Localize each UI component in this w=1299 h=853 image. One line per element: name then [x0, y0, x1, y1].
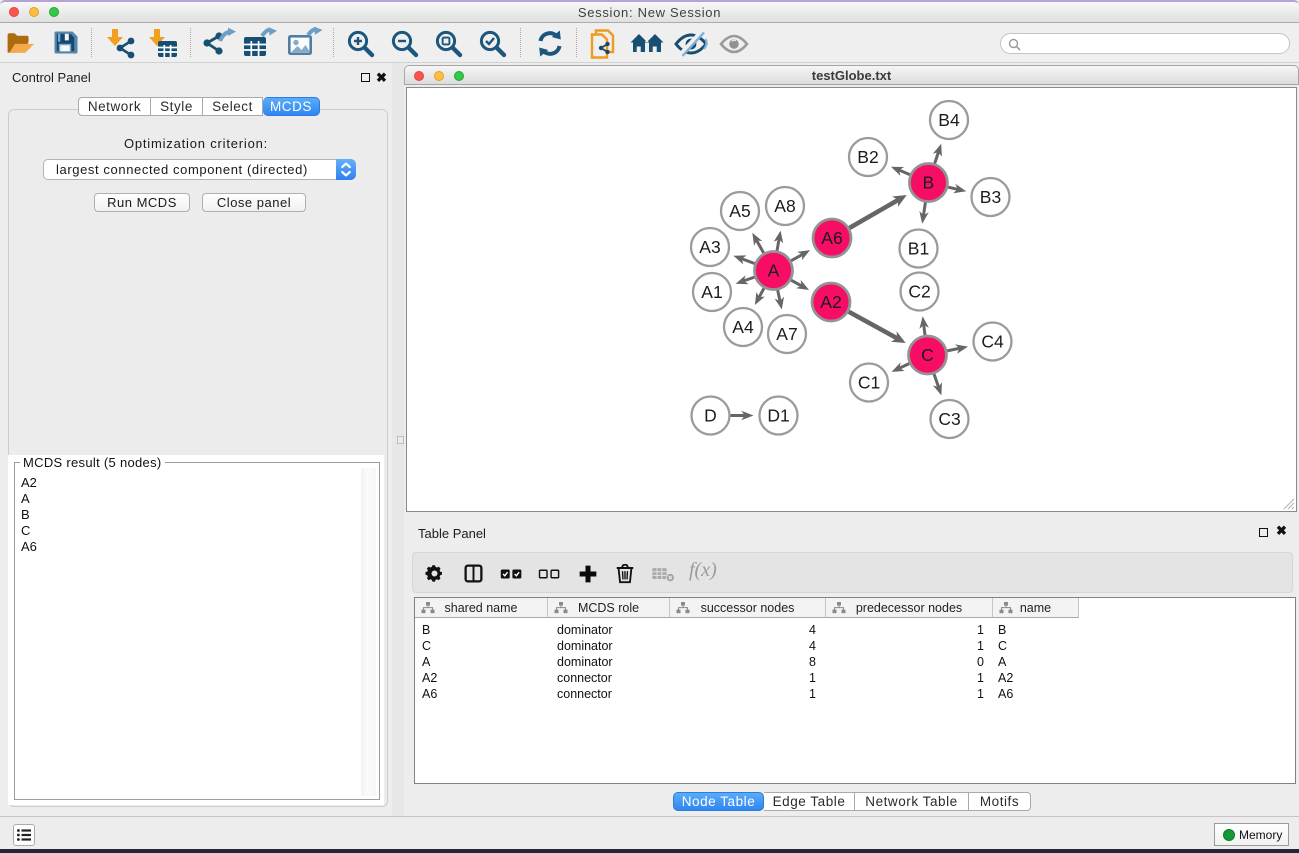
svg-text:A2: A2: [820, 292, 841, 312]
svg-text:D: D: [704, 406, 717, 426]
svg-text:A4: A4: [732, 317, 754, 337]
svg-text:C4: C4: [981, 332, 1004, 352]
svg-text:A1: A1: [701, 282, 722, 302]
svg-text:D1: D1: [767, 406, 789, 426]
svg-text:C: C: [921, 345, 934, 365]
svg-text:B1: B1: [908, 239, 929, 259]
svg-text:C3: C3: [938, 409, 960, 429]
svg-text:A5: A5: [729, 201, 750, 221]
svg-text:C1: C1: [858, 373, 880, 393]
svg-text:C2: C2: [908, 282, 930, 302]
svg-text:A3: A3: [699, 237, 720, 257]
svg-text:A8: A8: [774, 196, 795, 216]
svg-text:A: A: [768, 261, 780, 281]
svg-text:A7: A7: [776, 324, 797, 344]
svg-text:B3: B3: [980, 187, 1001, 207]
svg-text:B2: B2: [857, 147, 878, 167]
svg-text:B4: B4: [938, 110, 960, 130]
svg-text:B: B: [923, 173, 935, 193]
svg-text:A6: A6: [821, 228, 842, 248]
